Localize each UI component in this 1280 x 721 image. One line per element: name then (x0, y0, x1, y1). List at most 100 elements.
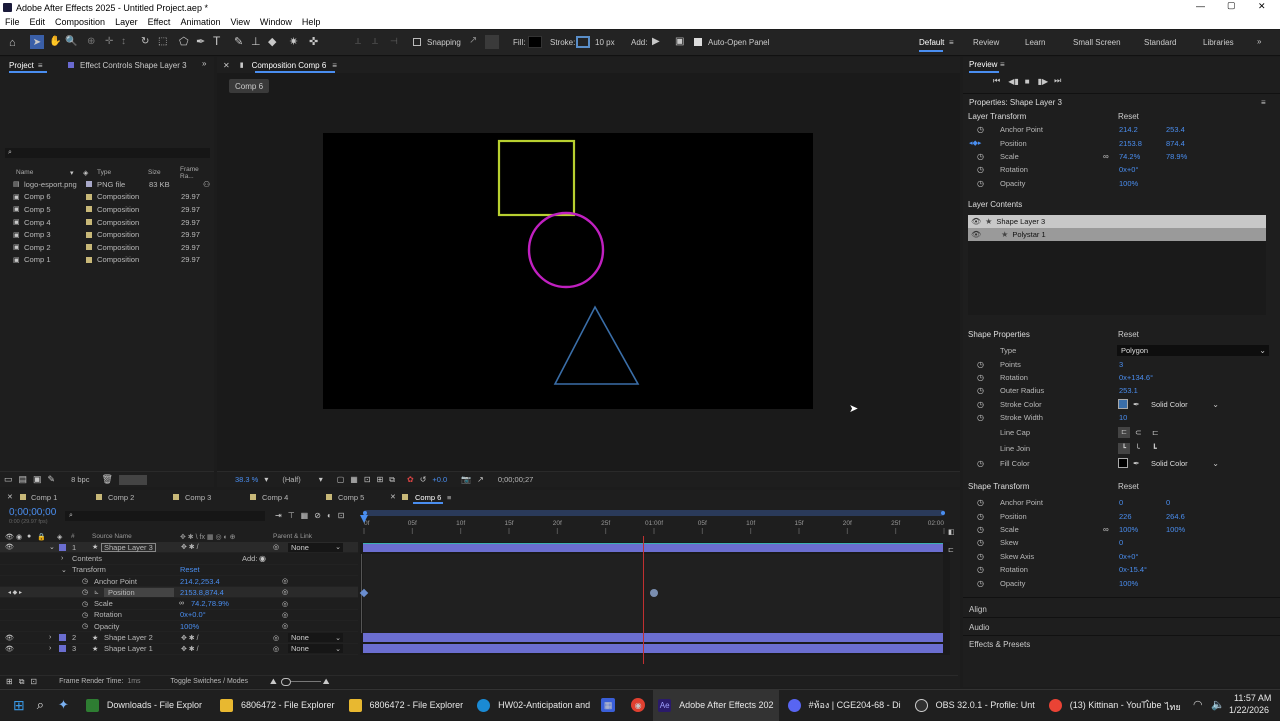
prop-row-position[interactable]: ◂ ◆ ▸ ◷ ⊾ Position 2153.8,874.4 ◎ (0, 587, 358, 599)
stopwatch-icon[interactable]: ◷ (977, 525, 984, 534)
tab-comp-2[interactable]: Comp 2 (108, 493, 134, 502)
parent-dropdown[interactable]: None ⌄ (288, 633, 343, 643)
stopwatch-icon[interactable]: ◷ (977, 459, 984, 468)
expression-icon[interactable]: ◎ (282, 611, 288, 619)
snap-option-icon[interactable]: ↗ (469, 35, 477, 46)
draft-3d-icon[interactable]: ⊤ (288, 511, 295, 520)
shy-icon[interactable]: ▦ (301, 511, 309, 520)
expression-icon[interactable]: ◎ (282, 588, 288, 596)
eye-icon[interactable]: 👁 (5, 645, 14, 653)
prop-value-y[interactable]: 100% (1166, 525, 1185, 534)
comp-timecode[interactable]: 0;00;00;27 (498, 475, 533, 484)
layer-row-shape-layer-3[interactable]: 👁 ⌄ 1 ★ Shape Layer 3 ✥ ✱ / ◎ None ⌄ (0, 542, 358, 554)
expand-chevron-icon[interactable]: ⌄ (61, 566, 67, 574)
stopwatch-icon[interactable]: ◷ (977, 498, 984, 507)
align-icon-3[interactable]: ⊣ (390, 36, 398, 47)
taskbar-item-explorer-2[interactable]: 6806472 - File Explorer (344, 690, 469, 721)
close-tab-icon[interactable]: ✕ (390, 493, 396, 501)
prop-value[interactable]: 0x+0° (1119, 552, 1138, 561)
resolution-dropdown-icon[interactable]: ▾ (319, 475, 323, 484)
prop-value[interactable]: 100% (1119, 179, 1138, 188)
prop-row-scale[interactable]: ◷ Scale ∞ 74.2,78.9% ◎ (0, 598, 358, 610)
preview-menu-icon[interactable]: ≡ (1000, 60, 1005, 69)
prop-value[interactable]: 100% (1119, 579, 1138, 588)
timeline-menu-icon[interactable]: ≡ (447, 493, 451, 502)
prop-value-y[interactable]: 264.6 (1166, 512, 1185, 521)
trash-icon[interactable]: 🗑 (101, 474, 112, 485)
in-out-toggle-icon[interactable]: ⊡ (30, 677, 37, 686)
workspace-menu-icon[interactable]: ≡ (949, 38, 954, 47)
zoom-dropdown-icon[interactable]: ▾ (264, 475, 268, 484)
prop-value[interactable]: 0x+134.6° (1119, 373, 1153, 382)
transform-reset[interactable]: Reset (180, 565, 200, 574)
workspace-learn[interactable]: Learn (1025, 38, 1045, 47)
transfer-controls-icon[interactable]: ⧉ (19, 677, 25, 687)
menu-edit[interactable]: Edit (30, 17, 46, 27)
contents-item-shape-layer[interactable]: 👁 ★ Shape Layer 3 (968, 215, 1266, 228)
menu-effect[interactable]: Effect (148, 17, 171, 27)
label-swatch[interactable] (59, 543, 66, 551)
exposure-value[interactable]: +0.0 (432, 475, 447, 484)
work-area-bar[interactable] (363, 510, 945, 516)
tab-project[interactable]: Project (9, 61, 34, 70)
list-item[interactable]: ▣ Comp 6 Composition 29.97 (0, 191, 214, 204)
timeline-tracks[interactable] (359, 536, 950, 664)
prop-row-anchor[interactable]: ◷ Anchor Point 214.2,253.4 ◎ (0, 576, 358, 588)
zoom-tool-icon[interactable]: 🔍 (65, 36, 77, 47)
section-effects-presets[interactable]: Effects & Presets (969, 640, 1030, 649)
stroke-width[interactable]: 10 px (595, 38, 615, 47)
windows-start-icon[interactable]: ⊞ (13, 697, 25, 714)
label-swatch[interactable] (59, 645, 66, 653)
transform-row[interactable]: ⌄ Transform Reset (0, 565, 358, 576)
layer-name[interactable]: Shape Layer 1 (104, 644, 153, 653)
type-tool-icon[interactable]: T (213, 34, 220, 48)
stopwatch-icon[interactable]: ◷ (977, 179, 984, 188)
round-join-icon[interactable]: ╰ (1135, 444, 1140, 453)
menu-composition[interactable]: Composition (55, 17, 105, 27)
keyframe-nav-icon[interactable]: ◂ ◆ ▸ (8, 589, 22, 596)
prop-value-x[interactable]: 100% (1119, 525, 1138, 534)
stopwatch-icon[interactable]: ◷ (977, 579, 984, 588)
close-button[interactable]: ✕ (1258, 1, 1266, 12)
tab-effect-controls[interactable]: Effect Controls Shape Layer 3 (80, 61, 187, 70)
fill-color-swatch[interactable] (1118, 458, 1128, 469)
panel-icon[interactable]: ▣ (675, 36, 684, 47)
pen-tool-icon[interactable]: ✒ (196, 35, 205, 48)
menu-view[interactable]: View (230, 17, 249, 27)
stopwatch-icon[interactable]: ◷ (82, 622, 88, 630)
taskbar-item-after-effects[interactable]: Ae Adobe After Effects 202 (653, 689, 779, 721)
region-icon[interactable]: ▢ (337, 475, 345, 484)
properties-menu-icon[interactable]: ≡ (1261, 98, 1266, 107)
stopwatch-icon[interactable]: ◷ (977, 125, 984, 134)
pan-tool-icon[interactable]: ✛ (105, 36, 113, 47)
contents-item-polystar[interactable]: 👁 ★ Polystar 1 (968, 228, 1266, 241)
close-tab-icon[interactable]: ✕ (223, 61, 230, 70)
prop-value-y[interactable]: 253.4 (1166, 125, 1185, 134)
stopwatch-icon[interactable]: ◷ (977, 152, 984, 161)
layer-name[interactable]: Shape Layer 3 (101, 542, 156, 552)
copilot-icon[interactable]: ✦ (58, 697, 69, 713)
exposure-reset-icon[interactable]: ↺ (420, 475, 427, 484)
miter-join-icon[interactable]: ┗ (1118, 442, 1130, 454)
new-folder-icon[interactable]: ▤ (19, 474, 28, 485)
graph-editor-icon[interactable]: ⊡ (338, 511, 345, 520)
prop-value[interactable]: 3 (1119, 360, 1123, 369)
work-area-start-handle[interactable] (363, 511, 367, 515)
brush-tool-icon[interactable]: ✎ (234, 35, 243, 48)
frame-blend-icon[interactable]: ⊘ (314, 511, 321, 520)
stopwatch-icon[interactable]: ◷ (977, 552, 984, 561)
prop-value[interactable]: 0x-15.4° (1119, 565, 1147, 574)
fill-type-dropdown[interactable]: Solid Color ⌄ (1147, 458, 1219, 468)
fill-swatch[interactable] (528, 36, 542, 48)
layer-bar-shape-layer-2[interactable] (363, 633, 943, 642)
tray-overflow-icon[interactable]: ⌃ (1143, 699, 1151, 710)
motion-blur-icon[interactable]: ◐ (327, 511, 332, 520)
add-menu-icon[interactable]: ◉ (259, 554, 266, 563)
tab-comp-5[interactable]: Comp 5 (338, 493, 364, 502)
comp-menu-icon[interactable]: ≡ (332, 61, 337, 70)
interpret-footage-icon[interactable]: ▭ (4, 474, 13, 485)
expand-arrow-icon[interactable]: › (49, 634, 51, 641)
circle-shape[interactable] (527, 211, 605, 289)
stopwatch-icon[interactable]: ◷ (977, 400, 984, 409)
square-cap-icon[interactable]: ⊏ (1152, 428, 1159, 437)
